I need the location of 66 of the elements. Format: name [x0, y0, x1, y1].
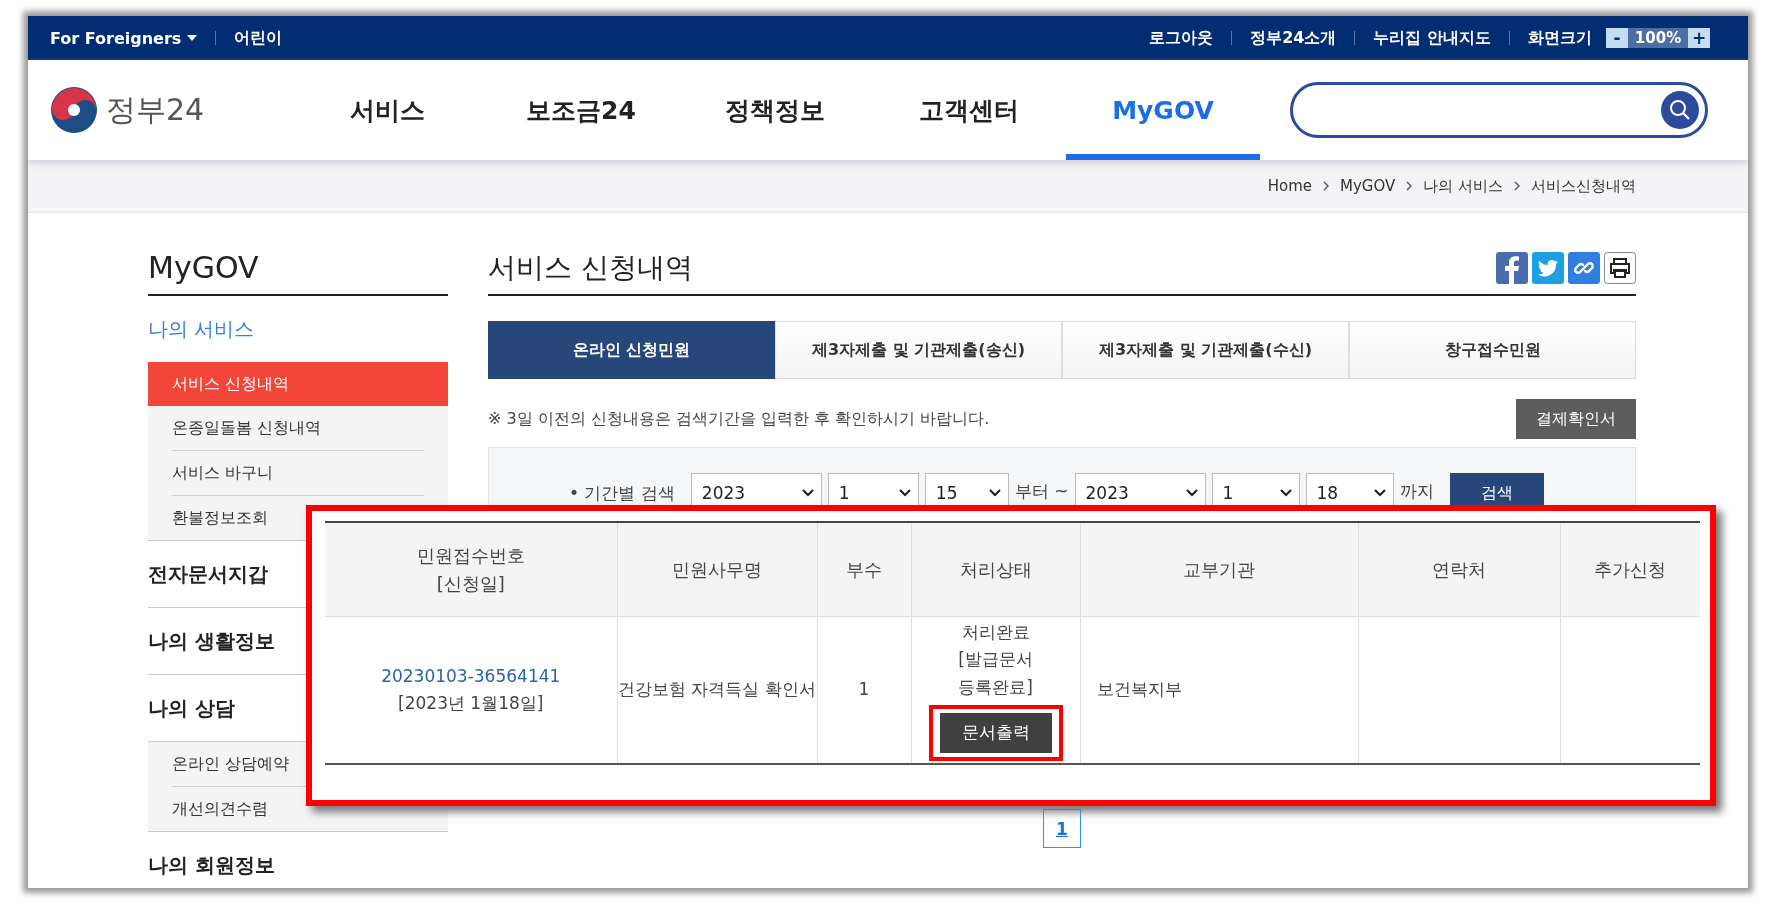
range-text: 까지: [1399, 480, 1434, 503]
top-link[interactable]: 로그아웃: [1149, 27, 1214, 49]
column-header: 민원사무명: [617, 522, 817, 617]
bird-icon[interactable]: [1532, 251, 1564, 284]
notice-text: ※ 3일 이전의 신청내용은 검색기간을 입력한 후 확인하시기 바랍니다.: [488, 408, 990, 430]
zoom-out-button[interactable]: -: [1606, 28, 1628, 48]
sidebar-section[interactable]: 나의 회원정보: [148, 832, 448, 888]
print-icon[interactable]: [1604, 251, 1636, 284]
search-field[interactable]: [1290, 82, 1708, 138]
chevron-icon: [1405, 180, 1414, 192]
top-link[interactable]: 누리집 안내지도: [1373, 27, 1491, 49]
breadcrumb-link[interactable]: Home: [1267, 177, 1312, 195]
nav-item[interactable]: 보조금24: [484, 60, 678, 160]
zoom-label: 화면크기: [1528, 27, 1592, 49]
column-header: 연락처: [1358, 522, 1560, 617]
caret-icon: [187, 34, 198, 42]
breadcrumb-link[interactable]: 나의 서비스: [1423, 176, 1503, 196]
sidebar-item[interactable]: 서비스 바구니: [172, 451, 424, 496]
range-text: 부터 ~: [1014, 480, 1069, 503]
table-cell: 보건복지부: [1080, 616, 1358, 764]
breadcrumb-link[interactable]: MyGOV: [1339, 177, 1396, 195]
column-header: 민원접수번호 [신청일]: [325, 522, 617, 617]
caret-icon: [897, 488, 912, 498]
status-text: 처리완료: [960, 621, 1031, 645]
top-link[interactable]: 어린이: [234, 27, 283, 49]
print-button[interactable]: 문서출력: [939, 712, 1052, 753]
tab[interactable]: 제3자제출 및 기관제출(송신): [775, 321, 1062, 379]
caret-icon: [987, 488, 1002, 498]
chevron-icon: [1321, 180, 1330, 192]
column-header: 처리상태: [911, 522, 1080, 617]
search-button[interactable]: [1661, 91, 1699, 129]
zoom-value: 100%: [1628, 28, 1688, 48]
period-label: • 기간별 검색: [569, 482, 675, 505]
link-icon[interactable]: [1568, 251, 1600, 284]
breadcrumb-link[interactable]: 서비스신청내역: [1531, 176, 1636, 196]
caret-icon: [800, 488, 815, 498]
language-link[interactable]: For Foreigners: [50, 28, 182, 48]
tab[interactable]: 온라인 신청민원: [488, 321, 775, 379]
caret-icon: [1372, 488, 1387, 498]
table-cell: 건강보험 자격득실 확인서: [617, 616, 817, 764]
status-detail: [발급문서 등록완료]: [957, 648, 1034, 699]
zoom-in-button[interactable]: +: [1688, 28, 1710, 48]
logo-icon: [50, 86, 98, 134]
sidebar-section[interactable]: 나의 서비스: [148, 296, 448, 362]
nav-item[interactable]: 서비스: [290, 60, 484, 160]
tab[interactable]: 창구접수민원: [1349, 321, 1636, 379]
tab[interactable]: 제3자제출 및 기관제출(수신): [1062, 321, 1349, 379]
nav-item[interactable]: 정책정보: [678, 60, 872, 160]
table-cell: 1: [817, 616, 911, 764]
facebook-icon[interactable]: [1496, 251, 1528, 284]
nav-item[interactable]: 고객센터: [872, 60, 1066, 160]
sidebar-item[interactable]: 온종일돌봄 신청내역: [172, 406, 424, 451]
logo-text[interactable]: 정부24: [106, 89, 205, 131]
sidebar-title: MyGOV: [148, 241, 448, 296]
page-title: 서비스 신청내역: [488, 249, 693, 286]
page-button[interactable]: 1: [1043, 809, 1081, 848]
receipt-button[interactable]: 결제확인서: [1516, 399, 1636, 439]
column-header: 교부기관: [1080, 522, 1358, 617]
top-link[interactable]: 정부24소개: [1250, 27, 1337, 49]
search-icon: [1669, 99, 1691, 121]
caret-icon: [1184, 488, 1199, 498]
sidebar-item[interactable]: 서비스 신청내역: [148, 362, 448, 406]
chevron-icon: [1513, 180, 1521, 192]
column-header: 추가신청: [1560, 522, 1700, 617]
caret-icon: [1278, 488, 1293, 498]
column-header: 부수: [817, 522, 911, 617]
